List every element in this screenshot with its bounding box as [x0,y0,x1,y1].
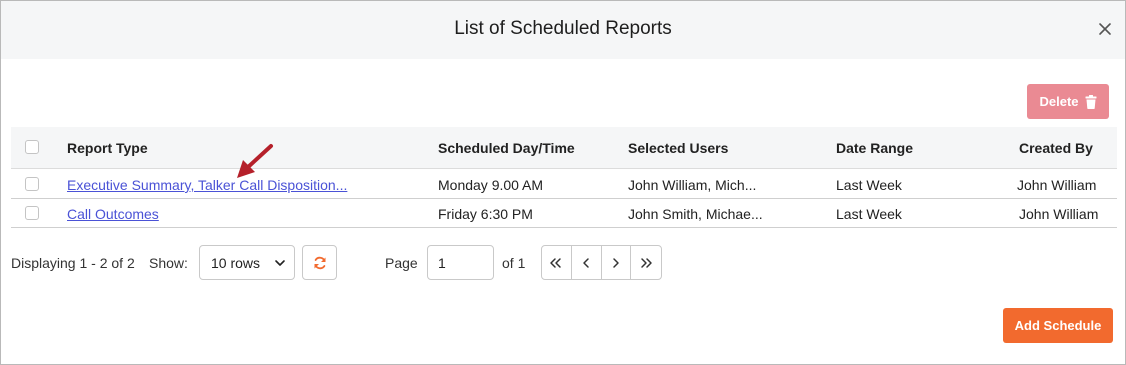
created-by: John William [1019,206,1099,222]
rows-per-page-value: 10 rows [211,255,261,271]
row-checkbox[interactable] [25,177,39,191]
column-header-users: Selected Users [628,140,729,156]
table-header: Report Type Scheduled Day/Time Selected … [11,127,1117,169]
column-header-date-range: Date Range [836,140,914,156]
modal-header: List of Scheduled Reports [1,1,1125,59]
page-nav-group [541,245,662,280]
scheduled-day-time: Monday 9.00 AM [438,177,544,193]
refresh-button[interactable] [302,245,337,280]
scheduled-day-time: Friday 6:30 PM [438,206,533,222]
created-by: John William [1017,177,1097,193]
first-page-button[interactable] [542,246,572,279]
row-checkbox[interactable] [25,206,39,220]
column-header-report-type: Report Type [67,140,148,156]
trash-icon [1085,94,1097,109]
chevron-down-icon [275,260,285,266]
last-page-button[interactable] [631,246,661,279]
modal-title: List of Scheduled Reports [454,18,672,39]
show-label: Show: [149,255,188,271]
refresh-icon [314,256,325,269]
displaying-count: Displaying 1 - 2 of 2 [11,255,135,271]
selected-users: John William, Mich... [628,177,757,193]
next-page-icon [613,257,619,268]
first-page-icon [550,257,562,268]
delete-button-label: Delete [1039,94,1079,109]
prev-page-icon [583,257,589,268]
last-page-icon [641,257,652,268]
report-type-link[interactable]: Call Outcomes [67,206,159,222]
column-header-created-by: Created By [1019,140,1093,156]
annotation-arrow-icon [237,144,273,178]
page-number-input[interactable] [427,245,494,280]
rows-per-page-select[interactable]: 10 rows [199,245,295,280]
table-row: Executive Summary, Talker Call Dispositi… [11,170,1117,199]
page-label: Page [385,255,418,271]
pagination-bar: Displaying 1 - 2 of 2 Show: 10 rows Page… [1,245,1126,281]
report-type-link[interactable]: Executive Summary, Talker Call Dispositi… [67,177,347,193]
selected-users: John Smith, Michae... [628,206,763,222]
select-all-checkbox[interactable] [25,140,39,154]
page-total: of 1 [502,255,526,271]
scheduled-reports-modal: List of Scheduled Reports Delete Report … [0,0,1126,365]
add-schedule-button[interactable]: Add Schedule [1003,308,1113,343]
prev-page-button[interactable] [572,246,602,279]
date-range: Last Week [836,177,902,193]
close-icon[interactable] [1095,19,1115,39]
delete-button[interactable]: Delete [1027,84,1109,119]
next-page-button[interactable] [602,246,632,279]
column-header-scheduled: Scheduled Day/Time [438,140,575,156]
date-range: Last Week [836,206,902,222]
table-row: Call Outcomes Friday 6:30 PM John Smith,… [11,199,1117,228]
